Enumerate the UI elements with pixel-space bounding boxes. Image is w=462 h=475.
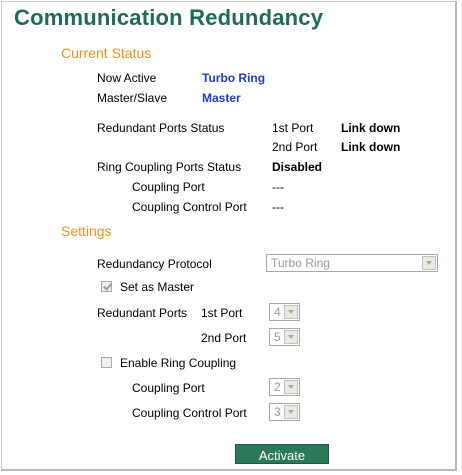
enable-ring-coupling-label: Enable Ring Coupling: [120, 356, 237, 370]
redundant-ports-label: Redundant Ports: [97, 306, 188, 320]
coupling-port-value: 2: [274, 380, 281, 394]
set-as-master-checkbox[interactable]: [101, 281, 112, 292]
redundancy-protocol-select[interactable]: Turbo Ring: [266, 254, 438, 272]
status-port1-value: Link down: [341, 121, 401, 135]
coupling-control-port-select[interactable]: 3: [269, 403, 300, 421]
enable-ring-coupling-checkbox[interactable]: [101, 357, 112, 368]
now-active-value: Turbo Ring: [202, 71, 266, 85]
status-port1-label: 1st Port: [272, 121, 314, 135]
status-coupling-port-value: ---: [272, 180, 284, 194]
set-as-master-label: Set as Master: [120, 280, 195, 294]
redundant-ports-status-label: Redundant Ports Status: [97, 121, 225, 135]
status-coupling-control-port-label: Coupling Control Port: [132, 200, 247, 214]
status-coupling-control-port-value: ---: [272, 200, 284, 214]
status-port2-value: Link down: [341, 140, 401, 154]
first-port-select[interactable]: 4: [269, 303, 300, 321]
redundancy-protocol-value: Turbo Ring: [271, 256, 330, 270]
status-coupling-port-label: Coupling Port: [132, 180, 205, 194]
redundancy-protocol-label: Redundancy Protocol: [97, 257, 212, 271]
chevron-down-icon: [284, 330, 298, 344]
chevron-down-icon: [284, 405, 298, 419]
activate-button[interactable]: Activate: [235, 444, 329, 464]
page-title: Communication Redundancy: [14, 5, 324, 30]
chevron-down-icon: [422, 256, 436, 270]
status-port2-label: 2nd Port: [272, 140, 318, 154]
now-active-label: Now Active: [97, 71, 157, 85]
master-slave-value: Master: [202, 91, 241, 105]
settings-coupling-port-label: Coupling Port: [132, 381, 205, 395]
first-port-label: 1st Port: [201, 306, 243, 320]
current-status-heading: Current Status: [61, 45, 152, 61]
ring-coupling-status-value: Disabled: [272, 160, 323, 174]
second-port-label: 2nd Port: [201, 331, 247, 345]
ring-coupling-status-label: Ring Coupling Ports Status: [97, 160, 242, 174]
settings-coupling-control-port-label: Coupling Control Port: [132, 406, 247, 420]
chevron-down-icon: [284, 380, 298, 394]
coupling-port-select[interactable]: 2: [269, 378, 300, 396]
chevron-down-icon: [284, 305, 298, 319]
second-port-value: 5: [274, 330, 281, 344]
coupling-control-port-value: 3: [274, 405, 281, 419]
first-port-value: 4: [274, 305, 281, 319]
second-port-select[interactable]: 5: [269, 328, 300, 346]
master-slave-label: Master/Slave: [97, 91, 168, 105]
settings-heading: Settings: [61, 223, 112, 239]
